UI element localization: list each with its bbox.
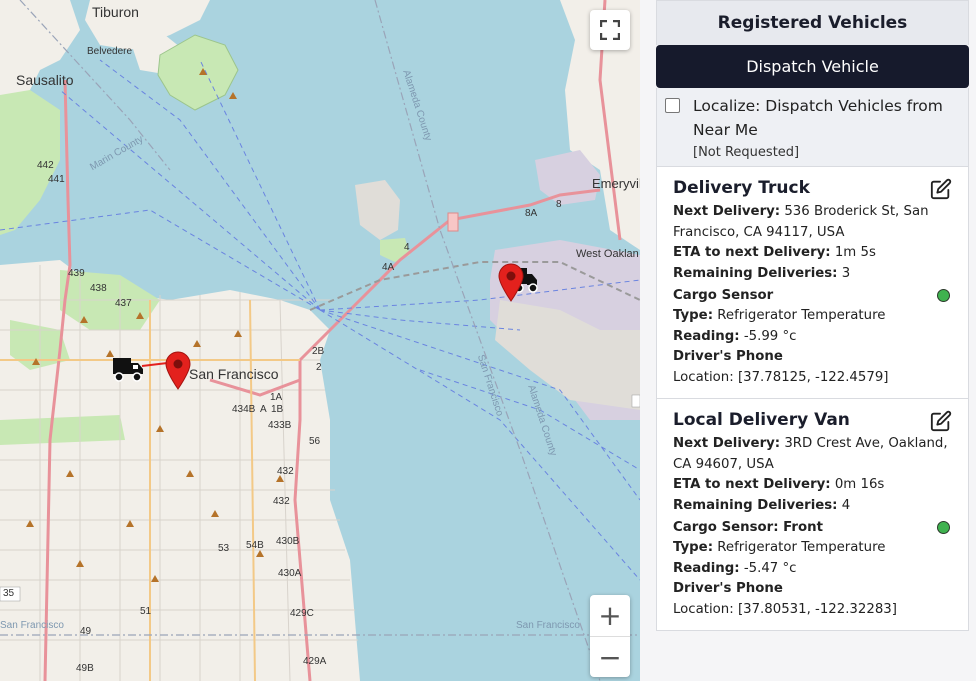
zoom-out-button[interactable]: − — [590, 636, 630, 677]
vehicle-name: Delivery Truck — [673, 178, 810, 198]
vehicle-card: Delivery Truck Next Delivery: 536 Broder… — [656, 167, 969, 399]
route-shield: 8A — [525, 208, 538, 219]
route-shield: 432 — [277, 466, 294, 477]
route-shield: 53 — [218, 543, 230, 554]
edit-icon[interactable] — [930, 178, 952, 200]
cargo-sensor: Cargo Sensor: Front — [673, 517, 952, 538]
remaining-deliveries: Remaining Deliveries: 3 — [673, 265, 851, 281]
route-shield: A — [260, 404, 267, 415]
localize-checkbox[interactable] — [665, 98, 680, 113]
truck-icon[interactable] — [112, 356, 144, 388]
drivers-phone: Driver's Phone — [673, 349, 783, 364]
sensor-status-dot — [937, 289, 950, 302]
fullscreen-button[interactable] — [590, 10, 630, 50]
route-shield: 49B — [76, 663, 94, 674]
route-shield: 439 — [68, 268, 85, 279]
route-shield: 1B — [271, 404, 284, 415]
route-shield: 441 — [48, 174, 65, 185]
route-shield: 429A — [303, 656, 327, 667]
sensor-reading: Reading: -5.99 °c — [673, 328, 797, 344]
route-shield: 49 — [80, 626, 92, 637]
sensor-status-dot — [937, 521, 950, 534]
label-sf-lower: San Francisco — [516, 620, 580, 631]
route-shield: 430A — [278, 568, 302, 579]
route-shield: 2 — [316, 362, 322, 373]
panel-title: Registered Vehicles — [656, 0, 969, 45]
route-shield: 56 — [309, 436, 321, 447]
drivers-phone: Driver's Phone — [673, 581, 783, 596]
label-san-francisco: San Francisco — [189, 366, 279, 382]
route-shield: 2B — [312, 346, 325, 357]
route-shield: 437 — [115, 298, 132, 309]
sensor-reading: Reading: -5.47 °c — [673, 560, 797, 576]
localize-status: [Not Requested] — [693, 145, 800, 160]
vehicle-card: Local Delivery Van Next Delivery: 3RD Cr… — [656, 399, 969, 631]
next-delivery: Next Delivery: 536 Broderick St, San Fra… — [673, 204, 929, 240]
edit-icon[interactable] — [930, 410, 952, 432]
route-shield: 51 — [140, 606, 152, 617]
label-belvedere: Belvedere — [87, 46, 133, 57]
route-shield: 54B — [246, 540, 264, 551]
vehicle-name: Local Delivery Van — [673, 410, 850, 430]
label-west-oakland: West Oaklan — [576, 248, 639, 260]
localize-label: Localize: Dispatch Vehicles from Near Me — [693, 97, 943, 139]
route-shield: 433B — [268, 420, 292, 431]
dispatch-vehicle-button[interactable]: Dispatch Vehicle — [656, 45, 969, 88]
vehicle-location: Location: [37.80531, -122.32283] — [673, 601, 897, 617]
sensor-type: Type: Refrigerator Temperature — [673, 540, 886, 555]
zoom-control: + − — [590, 595, 630, 677]
route-shield: 429C — [290, 608, 314, 619]
fullscreen-icon — [600, 20, 620, 40]
sensor-type: Type: Refrigerator Temperature — [673, 308, 886, 323]
label-sausalito: Sausalito — [16, 72, 74, 88]
route-shield: 35 — [3, 588, 15, 599]
zoom-in-button[interactable]: + — [590, 595, 630, 636]
route-shield: 1A — [270, 392, 283, 403]
location-pin-icon[interactable] — [164, 350, 192, 394]
app: Tiburon Belvedere Sausalito Marin County… — [0, 0, 976, 681]
label-tiburon: Tiburon — [92, 4, 139, 20]
route-shield: 4A — [382, 262, 395, 273]
location-pin-icon[interactable] — [497, 262, 525, 306]
map-tiles[interactable] — [0, 0, 640, 681]
route-shield: 442 — [37, 160, 54, 171]
label-emeryville: Emeryville — [592, 176, 640, 191]
next-delivery: Next Delivery: 3RD Crest Ave, Oakland, C… — [673, 436, 948, 472]
route-shield: 4 — [404, 242, 410, 253]
route-shield: 8 — [556, 199, 562, 210]
vehicle-location: Location: [37.78125, -122.4579] — [673, 369, 889, 385]
cargo-sensor: Cargo Sensor — [673, 285, 952, 306]
route-shield: 434B — [232, 404, 256, 415]
eta: ETA to next Delivery: 0m 16s — [673, 477, 885, 492]
localize-option: Localize: Dispatch Vehicles from Near Me… — [656, 88, 969, 167]
route-shield: 430B — [276, 536, 300, 547]
map[interactable]: Tiburon Belvedere Sausalito Marin County… — [0, 0, 640, 681]
eta: ETA to next Delivery: 1m 5s — [673, 245, 876, 260]
route-shield: 432 — [273, 496, 290, 507]
vehicles-panel: Registered Vehicles Dispatch Vehicle Loc… — [656, 0, 969, 641]
label-sf-left: San Francisco — [0, 620, 64, 631]
remaining-deliveries: Remaining Deliveries: 4 — [673, 497, 851, 513]
route-shield: 438 — [90, 283, 107, 294]
